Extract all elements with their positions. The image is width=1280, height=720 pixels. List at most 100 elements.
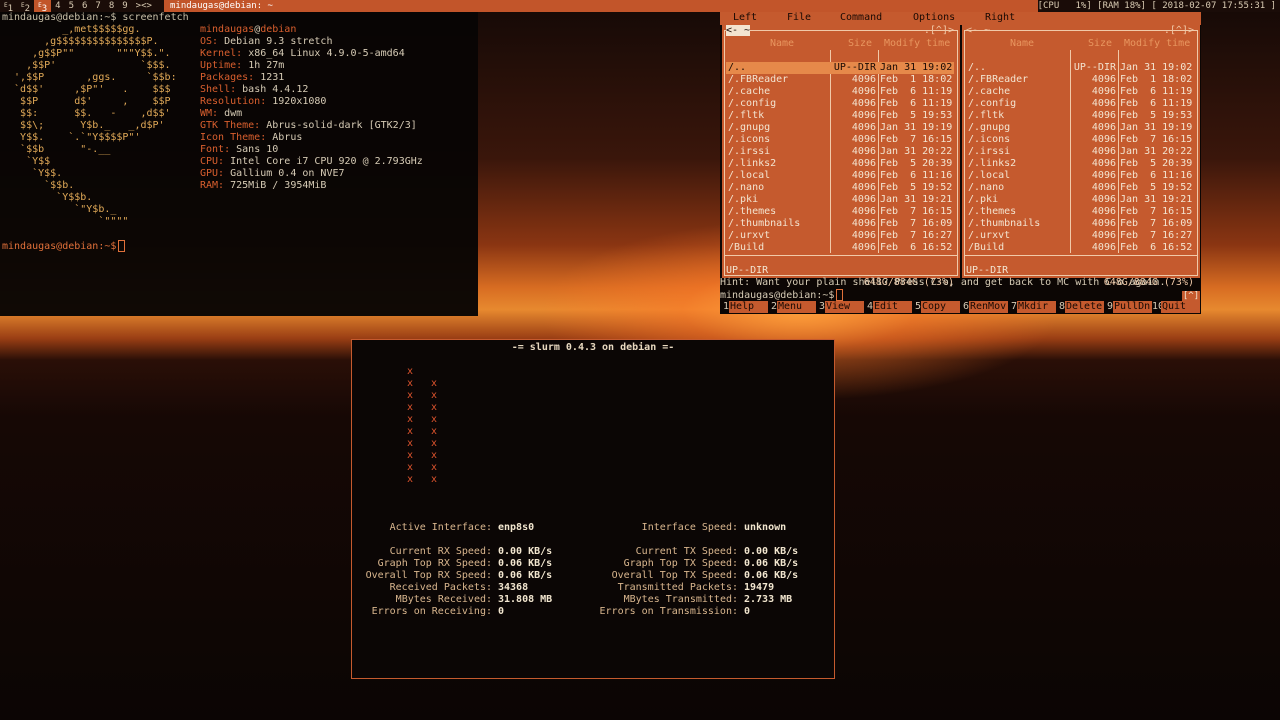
tag-7[interactable]: 7 — [91, 0, 104, 12]
file-mtime: Jan 31 20:22 — [1120, 146, 1193, 157]
file-name: /.. — [728, 62, 747, 73]
file-mtime: Feb 7 16:27 — [880, 230, 953, 241]
file-row[interactable]: /.nano 4096 Feb 5 19:52 — [966, 182, 1194, 194]
fkey-edit[interactable]: 4 Edit — [864, 301, 912, 313]
info-key: Font: — [200, 144, 231, 155]
file-row[interactable]: /.fltk 4096 Feb 5 19:53 — [726, 110, 954, 122]
tag-1[interactable]: E1 — [0, 0, 17, 14]
left-panel-controls[interactable]: .[^]> — [924, 25, 954, 37]
file-name: /.irssi — [968, 146, 1011, 157]
file-row[interactable]: /.links2 4096 Feb 5 20:39 — [726, 158, 954, 170]
terminal-window[interactable]: mindaugas@debian:~$ screenfetch _,met$$$… — [0, 12, 478, 316]
tag-6[interactable]: 6 — [78, 0, 91, 12]
file-row[interactable]: /.gnupg 4096 Jan 31 19:19 — [966, 122, 1194, 134]
file-row[interactable]: /.config 4096 Feb 6 11:19 — [966, 98, 1194, 110]
file-row[interactable]: /.cache 4096 Feb 6 11:19 — [966, 86, 1194, 98]
fkey-copy[interactable]: 5 Copy — [912, 301, 960, 313]
mc-left-panel[interactable]: <- ~ .[^]> Name Size Modify time /.. UP--D… — [722, 25, 960, 288]
file-row[interactable]: /.pki 4096 Jan 31 19:21 — [726, 194, 954, 206]
file-row[interactable]: /.local 4096 Feb 6 11:16 — [726, 170, 954, 182]
file-row[interactable]: /.. UP--DIR Jan 31 19:02 — [966, 62, 1194, 74]
tag-5[interactable]: 5 — [65, 0, 78, 12]
file-name: /.pki — [968, 194, 999, 205]
file-mtime: Feb 1 18:02 — [1120, 74, 1193, 85]
menu-options[interactable]: Options — [913, 12, 955, 24]
col-modify[interactable]: Modify time — [884, 38, 950, 50]
file-row[interactable]: /.FBReader 4096 Feb 1 18:02 — [966, 74, 1194, 86]
right-panel-controls[interactable]: .[^]> — [1164, 25, 1194, 37]
tag-4[interactable]: 4 — [51, 0, 64, 12]
file-mtime: Feb 7 16:15 — [880, 134, 953, 145]
file-name: /.icons — [728, 134, 771, 145]
file-row[interactable]: /.irssi 4096 Jan 31 20:22 — [726, 146, 954, 158]
fkey-view[interactable]: 3 View — [816, 301, 864, 313]
col-size[interactable]: Size — [848, 38, 872, 50]
file-row[interactable]: /.local 4096 Feb 6 11:16 — [966, 170, 1194, 182]
tag-8[interactable]: 8 — [105, 0, 118, 12]
file-row[interactable]: /.gnupg 4096 Jan 31 19:19 — [726, 122, 954, 134]
tx-graph-mark: x — [431, 450, 438, 461]
file-row[interactable]: /.FBReader 4096 Feb 1 18:02 — [726, 74, 954, 86]
tag-2[interactable]: E2 — [17, 0, 34, 14]
stat-value-transmitted-packets: 19479 — [744, 582, 775, 593]
menu-left[interactable]: Left — [733, 12, 757, 24]
fkey-label: Mkdir — [1017, 301, 1056, 313]
file-row[interactable]: /.config 4096 Feb 6 11:19 — [726, 98, 954, 110]
file-row[interactable]: /.icons 4096 Feb 7 16:15 — [966, 134, 1194, 146]
file-row[interactable]: /.themes 4096 Feb 7 16:15 — [966, 206, 1194, 218]
left-panel-path: <- ~ — [726, 25, 751, 36]
file-mtime: Feb 5 19:52 — [880, 182, 953, 193]
info-row-shell: Shell: bash 4.4.12 — [200, 84, 423, 96]
col-size[interactable]: Size — [1088, 38, 1112, 50]
file-row[interactable]: /Build 4096 Feb 6 16:52 — [966, 242, 1194, 254]
fkey-mkdir[interactable]: 7 Mkdir — [1008, 301, 1056, 313]
terminal-prompt[interactable]: mindaugas@debian:~$ — [2, 240, 126, 253]
fkey-renmov[interactable]: 6 RenMov — [960, 301, 1008, 313]
file-row[interactable]: /Build 4096 Feb 6 16:52 — [726, 242, 954, 254]
info-row-resolution: Resolution: 1920x1080 — [200, 96, 423, 108]
info-row-gpu: GPU: Gallium 0.4 on NVE7 — [200, 168, 423, 180]
file-row[interactable]: /.urxvt 4096 Feb 7 16:27 — [966, 230, 1194, 242]
col-name[interactable]: Name — [770, 38, 794, 50]
info-row-ram: RAM: 725MiB / 3954MiB — [200, 180, 423, 192]
file-row[interactable]: /.pki 4096 Jan 31 19:21 — [966, 194, 1194, 206]
fkey-pulldn[interactable]: 9 PullDn — [1104, 301, 1152, 313]
file-mtime: Jan 31 20:22 — [880, 146, 953, 157]
file-row[interactable]: /.links2 4096 Feb 5 20:39 — [966, 158, 1194, 170]
file-size: 4096 — [851, 74, 876, 85]
file-size: 4096 — [851, 206, 876, 217]
menu-command[interactable]: Command — [840, 12, 882, 24]
menu-right[interactable]: Right — [985, 12, 1015, 24]
fkey-menu[interactable]: 2 Menu — [768, 301, 816, 313]
menu-file[interactable]: File — [787, 12, 811, 24]
file-row[interactable]: /.cache 4096 Feb 6 11:19 — [726, 86, 954, 98]
slurm-title: -= slurm 0.4.3 on debian =- — [511, 342, 675, 353]
file-row[interactable]: /.icons 4096 Feb 7 16:15 — [726, 134, 954, 146]
file-row[interactable]: /.fltk 4096 Feb 5 19:53 — [966, 110, 1194, 122]
info-value: Gallium 0.4 on NVE7 — [230, 168, 345, 179]
fkey-help[interactable]: 1 Help — [720, 301, 768, 313]
midnight-commander-window[interactable]: Left File Command Options Right <- ~ .[^]… — [720, 12, 1201, 314]
slurm-window[interactable]: -= slurm 0.4.3 on debian =- xxxxxxxxxxxx… — [351, 339, 835, 679]
file-mtime: Feb 6 11:19 — [880, 98, 953, 109]
file-row[interactable]: /.thumbnails 4096 Feb 7 16:09 — [726, 218, 954, 230]
file-mtime: Feb 5 20:39 — [880, 158, 953, 169]
layout-symbol[interactable]: ><> — [132, 0, 156, 12]
fkey-delete[interactable]: 8 Delete — [1056, 301, 1104, 313]
fkey-label: PullDn — [1113, 301, 1152, 313]
file-row[interactable]: /.nano 4096 Feb 5 19:52 — [726, 182, 954, 194]
fkey-quit[interactable]: 10 Quit — [1152, 301, 1200, 313]
stat-label-mbytes-transmitted: MBytes Transmitted: — [623, 594, 738, 605]
file-row[interactable]: /.irssi 4096 Jan 31 20:22 — [966, 146, 1194, 158]
tag-3[interactable]: E3 — [34, 0, 52, 14]
file-row[interactable]: /.thumbnails 4096 Feb 7 16:09 — [966, 218, 1194, 230]
file-row[interactable]: /.. UP--DIR Jan 31 19:02 — [726, 62, 954, 74]
file-row[interactable]: /.urxvt 4096 Feb 7 16:27 — [726, 230, 954, 242]
tag-9[interactable]: 9 — [118, 0, 131, 12]
file-row[interactable]: /.themes 4096 Feb 7 16:15 — [726, 206, 954, 218]
file-mtime: Feb 6 11:16 — [880, 170, 953, 181]
mc-right-panel[interactable]: <- ~ .[^]> Name Size Modify time /.. UP--D… — [962, 25, 1200, 288]
col-name[interactable]: Name — [1010, 38, 1034, 50]
col-modify[interactable]: Modify time — [1124, 38, 1190, 50]
fkey-number: 3 — [818, 301, 825, 312]
